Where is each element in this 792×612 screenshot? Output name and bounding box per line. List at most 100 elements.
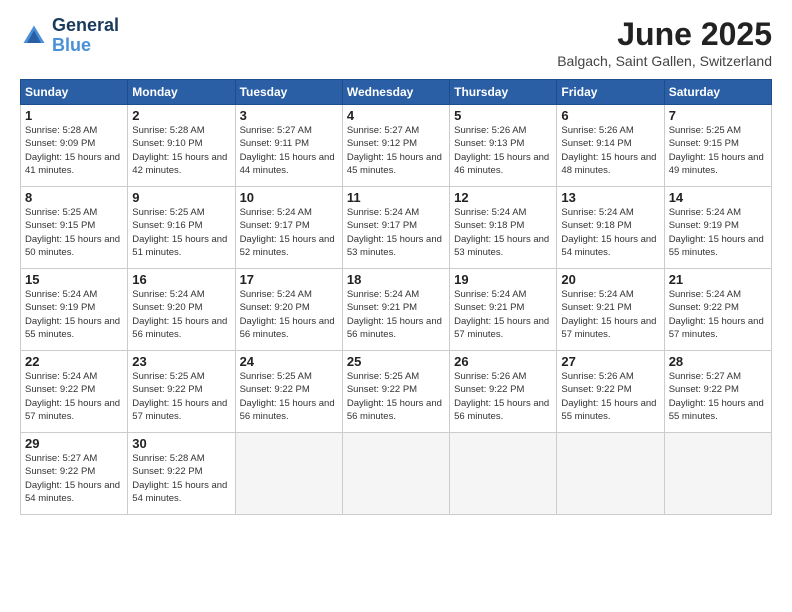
calendar-cell [342,433,449,515]
day-number: 28 [669,354,767,369]
day-number: 11 [347,190,445,205]
month-title: June 2025 [557,16,772,53]
calendar-dow-saturday: Saturday [664,80,771,105]
day-info: Sunrise: 5:24 AM Sunset: 9:18 PM Dayligh… [454,206,552,259]
day-number: 19 [454,272,552,287]
calendar-cell: 14 Sunrise: 5:24 AM Sunset: 9:19 PM Dayl… [664,187,771,269]
day-number: 4 [347,108,445,123]
calendar-cell: 21 Sunrise: 5:24 AM Sunset: 9:22 PM Dayl… [664,269,771,351]
day-number: 22 [25,354,123,369]
calendar-week-1: 1 Sunrise: 5:28 AM Sunset: 9:09 PM Dayli… [21,105,772,187]
calendar-dow-tuesday: Tuesday [235,80,342,105]
day-info: Sunrise: 5:28 AM Sunset: 9:22 PM Dayligh… [132,452,230,505]
calendar-cell: 3 Sunrise: 5:27 AM Sunset: 9:11 PM Dayli… [235,105,342,187]
calendar-cell [664,433,771,515]
day-number: 3 [240,108,338,123]
calendar-cell: 5 Sunrise: 5:26 AM Sunset: 9:13 PM Dayli… [450,105,557,187]
calendar-cell [450,433,557,515]
calendar-cell: 6 Sunrise: 5:26 AM Sunset: 9:14 PM Dayli… [557,105,664,187]
calendar-cell: 17 Sunrise: 5:24 AM Sunset: 9:20 PM Dayl… [235,269,342,351]
calendar-cell: 16 Sunrise: 5:24 AM Sunset: 9:20 PM Dayl… [128,269,235,351]
day-info: Sunrise: 5:25 AM Sunset: 9:22 PM Dayligh… [132,370,230,423]
day-info: Sunrise: 5:24 AM Sunset: 9:21 PM Dayligh… [561,288,659,341]
title-block: June 2025 Balgach, Saint Gallen, Switzer… [557,16,772,69]
calendar-cell: 9 Sunrise: 5:25 AM Sunset: 9:16 PM Dayli… [128,187,235,269]
calendar-cell [557,433,664,515]
day-info: Sunrise: 5:24 AM Sunset: 9:17 PM Dayligh… [347,206,445,259]
calendar-cell: 2 Sunrise: 5:28 AM Sunset: 9:10 PM Dayli… [128,105,235,187]
logo: General Blue [20,16,119,56]
day-number: 18 [347,272,445,287]
calendar-cell: 1 Sunrise: 5:28 AM Sunset: 9:09 PM Dayli… [21,105,128,187]
calendar-dow-sunday: Sunday [21,80,128,105]
day-info: Sunrise: 5:27 AM Sunset: 9:22 PM Dayligh… [25,452,123,505]
day-number: 25 [347,354,445,369]
location-subtitle: Balgach, Saint Gallen, Switzerland [557,53,772,69]
day-info: Sunrise: 5:25 AM Sunset: 9:15 PM Dayligh… [25,206,123,259]
calendar-cell: 4 Sunrise: 5:27 AM Sunset: 9:12 PM Dayli… [342,105,449,187]
calendar-cell: 7 Sunrise: 5:25 AM Sunset: 9:15 PM Dayli… [664,105,771,187]
day-info: Sunrise: 5:24 AM Sunset: 9:19 PM Dayligh… [669,206,767,259]
calendar-cell: 29 Sunrise: 5:27 AM Sunset: 9:22 PM Dayl… [21,433,128,515]
day-info: Sunrise: 5:25 AM Sunset: 9:22 PM Dayligh… [240,370,338,423]
calendar-dow-thursday: Thursday [450,80,557,105]
calendar-header-row: SundayMondayTuesdayWednesdayThursdayFrid… [21,80,772,105]
day-number: 10 [240,190,338,205]
day-number: 14 [669,190,767,205]
day-number: 15 [25,272,123,287]
day-number: 17 [240,272,338,287]
calendar-cell: 15 Sunrise: 5:24 AM Sunset: 9:19 PM Dayl… [21,269,128,351]
day-number: 30 [132,436,230,451]
day-info: Sunrise: 5:27 AM Sunset: 9:12 PM Dayligh… [347,124,445,177]
day-info: Sunrise: 5:24 AM Sunset: 9:21 PM Dayligh… [454,288,552,341]
day-number: 5 [454,108,552,123]
day-number: 23 [132,354,230,369]
calendar-cell: 28 Sunrise: 5:27 AM Sunset: 9:22 PM Dayl… [664,351,771,433]
day-number: 7 [669,108,767,123]
day-number: 16 [132,272,230,287]
calendar-cell: 30 Sunrise: 5:28 AM Sunset: 9:22 PM Dayl… [128,433,235,515]
calendar-cell: 25 Sunrise: 5:25 AM Sunset: 9:22 PM Dayl… [342,351,449,433]
calendar-cell [235,433,342,515]
day-info: Sunrise: 5:24 AM Sunset: 9:22 PM Dayligh… [669,288,767,341]
calendar-week-3: 15 Sunrise: 5:24 AM Sunset: 9:19 PM Dayl… [21,269,772,351]
calendar-cell: 22 Sunrise: 5:24 AM Sunset: 9:22 PM Dayl… [21,351,128,433]
calendar-cell: 11 Sunrise: 5:24 AM Sunset: 9:17 PM Dayl… [342,187,449,269]
day-number: 21 [669,272,767,287]
day-info: Sunrise: 5:24 AM Sunset: 9:19 PM Dayligh… [25,288,123,341]
logo-text: General Blue [52,16,119,56]
day-info: Sunrise: 5:28 AM Sunset: 9:09 PM Dayligh… [25,124,123,177]
day-info: Sunrise: 5:24 AM Sunset: 9:22 PM Dayligh… [25,370,123,423]
calendar-cell: 19 Sunrise: 5:24 AM Sunset: 9:21 PM Dayl… [450,269,557,351]
calendar-week-5: 29 Sunrise: 5:27 AM Sunset: 9:22 PM Dayl… [21,433,772,515]
day-number: 29 [25,436,123,451]
calendar-cell: 10 Sunrise: 5:24 AM Sunset: 9:17 PM Dayl… [235,187,342,269]
header: General Blue June 2025 Balgach, Saint Ga… [20,16,772,69]
day-number: 6 [561,108,659,123]
day-info: Sunrise: 5:24 AM Sunset: 9:18 PM Dayligh… [561,206,659,259]
calendar-cell: 18 Sunrise: 5:24 AM Sunset: 9:21 PM Dayl… [342,269,449,351]
day-info: Sunrise: 5:24 AM Sunset: 9:20 PM Dayligh… [240,288,338,341]
day-number: 20 [561,272,659,287]
calendar-cell: 23 Sunrise: 5:25 AM Sunset: 9:22 PM Dayl… [128,351,235,433]
calendar-cell: 13 Sunrise: 5:24 AM Sunset: 9:18 PM Dayl… [557,187,664,269]
day-info: Sunrise: 5:27 AM Sunset: 9:11 PM Dayligh… [240,124,338,177]
day-info: Sunrise: 5:28 AM Sunset: 9:10 PM Dayligh… [132,124,230,177]
day-number: 2 [132,108,230,123]
day-info: Sunrise: 5:27 AM Sunset: 9:22 PM Dayligh… [669,370,767,423]
day-info: Sunrise: 5:26 AM Sunset: 9:22 PM Dayligh… [561,370,659,423]
calendar-cell: 8 Sunrise: 5:25 AM Sunset: 9:15 PM Dayli… [21,187,128,269]
day-info: Sunrise: 5:25 AM Sunset: 9:16 PM Dayligh… [132,206,230,259]
day-info: Sunrise: 5:26 AM Sunset: 9:14 PM Dayligh… [561,124,659,177]
calendar-cell: 12 Sunrise: 5:24 AM Sunset: 9:18 PM Dayl… [450,187,557,269]
day-info: Sunrise: 5:24 AM Sunset: 9:21 PM Dayligh… [347,288,445,341]
logo-icon [20,22,48,50]
day-info: Sunrise: 5:25 AM Sunset: 9:15 PM Dayligh… [669,124,767,177]
day-number: 27 [561,354,659,369]
day-number: 13 [561,190,659,205]
calendar-cell: 20 Sunrise: 5:24 AM Sunset: 9:21 PM Dayl… [557,269,664,351]
day-info: Sunrise: 5:25 AM Sunset: 9:22 PM Dayligh… [347,370,445,423]
day-info: Sunrise: 5:26 AM Sunset: 9:13 PM Dayligh… [454,124,552,177]
day-info: Sunrise: 5:26 AM Sunset: 9:22 PM Dayligh… [454,370,552,423]
day-number: 9 [132,190,230,205]
